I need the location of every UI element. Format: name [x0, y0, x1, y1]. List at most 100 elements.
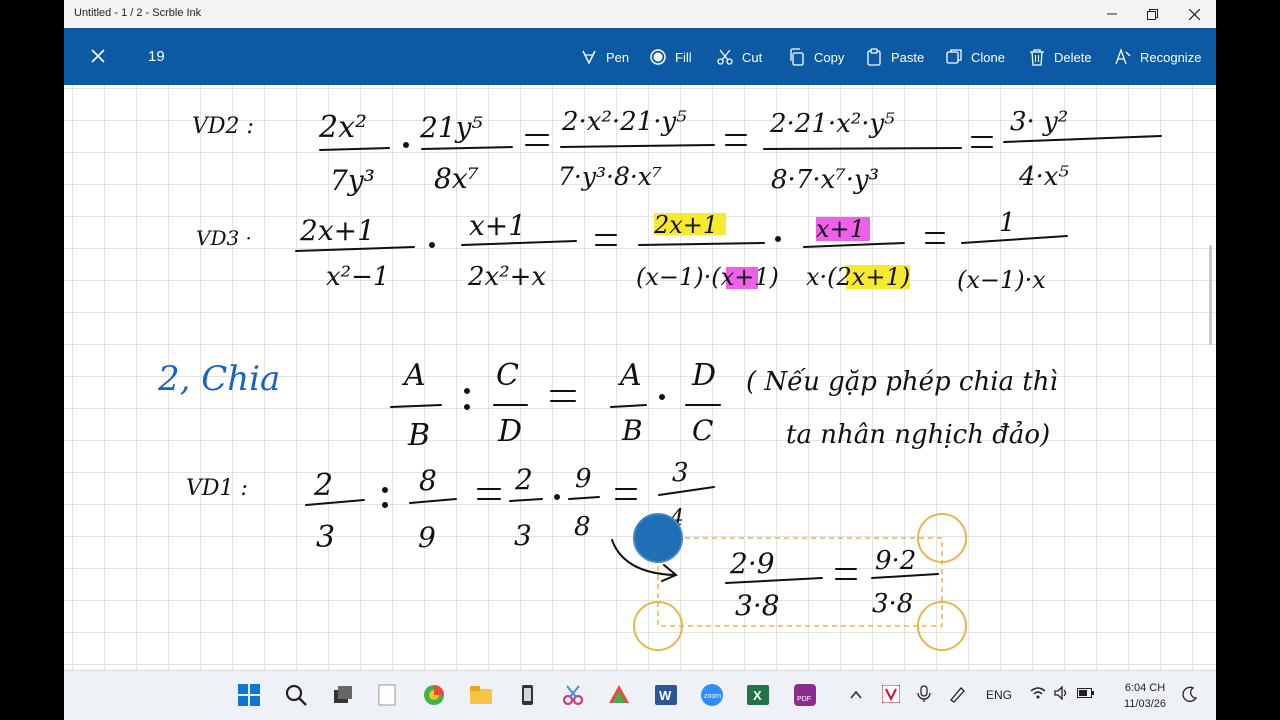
pen-button[interactable]: Pen	[580, 46, 629, 68]
recognize-icon	[1115, 48, 1131, 65]
svg-text:9·2: 9·2	[875, 546, 916, 576]
svg-text:7·y³·8·x⁷: 7·y³·8·x⁷	[558, 162, 662, 191]
delete-button[interactable]: Delete	[1028, 46, 1092, 68]
svg-text:2x+1: 2x+1	[299, 214, 375, 247]
windows-start-icon[interactable]	[236, 682, 262, 708]
rule-note-line2: ta nhân nghịch đảo)	[786, 420, 1050, 450]
svg-text:21y⁵: 21y⁵	[419, 111, 483, 144]
handwriting-layer: VD2 : 2x² 7y³ 21y⁵ 8x⁷ 2·x²·21·y⁵ 7·y³·8…	[157, 107, 1162, 651]
paste-icon	[867, 48, 881, 66]
svg-text:A: A	[401, 358, 426, 393]
close-window-button[interactable]	[1174, 0, 1214, 28]
svg-text:3: 3	[514, 519, 532, 552]
microphone-icon[interactable]	[917, 685, 931, 703]
scissors-icon	[717, 49, 733, 65]
browser-icon[interactable]	[421, 682, 447, 708]
zoom-icon[interactable]: zoom	[699, 682, 725, 708]
ink-canvas[interactable]: VD2 : 2x² 7y³ 21y⁵ 8x⁷ 2·x²·21·y⁵ 7·y³·8…	[64, 85, 1216, 670]
focus-moon-icon[interactable]	[1182, 686, 1198, 702]
page-number: 19	[148, 48, 165, 65]
clone-label: Clone	[971, 49, 1005, 65]
move-handle[interactable]	[633, 513, 683, 563]
wifi-icon[interactable]	[1030, 686, 1046, 700]
svg-text:B: B	[621, 414, 643, 447]
svg-text:8·7·x⁷·y³: 8·7·x⁷·y³	[771, 165, 879, 195]
vd3-label: VD3 ·	[196, 226, 252, 250]
svg-text:D: D	[691, 358, 716, 393]
svg-text:2x²+x: 2x²+x	[467, 262, 546, 292]
word-icon[interactable]: W	[653, 682, 679, 708]
phone-link-icon[interactable]	[514, 682, 540, 708]
svg-text:(x−1)·x: (x−1)·x	[957, 266, 1046, 294]
svg-text:3: 3	[672, 458, 689, 488]
clock-date: 11/03/26	[1123, 698, 1166, 710]
svg-text:4·x⁵: 4·x⁵	[1018, 162, 1069, 192]
pen-label: Pen	[606, 49, 630, 65]
chevron-up-icon[interactable]	[850, 689, 862, 701]
antivirus-icon[interactable]	[882, 685, 900, 703]
svg-text:2: 2	[313, 468, 333, 503]
svg-text:x²−1: x²−1	[326, 262, 389, 292]
vd2-label: VD2 :	[192, 114, 254, 139]
svg-text:C: C	[496, 358, 519, 393]
app-window: Untitled - 1 / 2 - Scrble Ink 19 Pen Fil…	[64, 0, 1216, 720]
svg-text:C: C	[692, 414, 713, 447]
copy-icon	[790, 48, 804, 66]
minimize-button[interactable]	[1092, 0, 1132, 28]
cut-button[interactable]: Cut	[716, 46, 762, 68]
close-icon[interactable]	[86, 44, 110, 68]
paste-button[interactable]: Paste	[865, 46, 924, 68]
svg-text:9: 9	[575, 464, 592, 494]
svg-text:1: 1	[999, 208, 1016, 238]
excel-icon[interactable]: X	[745, 682, 771, 708]
snipping-tool-icon[interactable]	[560, 682, 586, 708]
clone-icon	[946, 49, 962, 64]
file-explorer-icon[interactable]	[468, 682, 494, 708]
clock-time: 6:04 CH	[1124, 682, 1166, 694]
svg-text:(x−1)·(x+1): (x−1)·(x+1)	[636, 263, 779, 291]
svg-text:3·8: 3·8	[872, 589, 913, 619]
search-icon[interactable]	[283, 682, 309, 708]
svg-text:3· y²: 3· y²	[1010, 107, 1068, 137]
svg-text:8: 8	[419, 464, 437, 497]
language-indicator[interactable]: ENG	[986, 688, 1012, 702]
svg-text:x+1: x+1	[469, 209, 526, 242]
svg-text:8x⁷: 8x⁷	[434, 162, 479, 195]
system-clock[interactable]: 6:04 CH 11/03/26	[1124, 680, 1166, 712]
fill-label: Fill	[675, 49, 692, 65]
svg-text:2·x²·21·y⁵: 2·x²·21·y⁵	[561, 107, 687, 137]
svg-text:zoom: zoom	[704, 693, 721, 700]
cut-label: Cut	[742, 49, 763, 65]
task-view-icon[interactable]	[329, 682, 355, 708]
file-icon[interactable]	[374, 682, 400, 708]
taskbar: W zoom X PDF ENG 6:04 CH 11/03/26	[64, 670, 1216, 720]
clone-button[interactable]: Clone	[945, 46, 1005, 68]
paint-icon[interactable]	[606, 682, 632, 708]
fill-button[interactable]: Fill	[649, 46, 692, 68]
svg-text:A: A	[617, 358, 642, 393]
svg-text:3: 3	[316, 520, 335, 555]
recognize-button[interactable]: Recognize	[1114, 46, 1201, 68]
svg-text:2x²: 2x²	[318, 110, 367, 145]
volume-icon[interactable]	[1054, 686, 1070, 700]
app-toolbar: 19 Pen Fill Cut Copy Paste Clone Delete	[64, 28, 1216, 85]
title-bar: Untitled - 1 / 2 - Scrble Ink	[64, 0, 1216, 28]
svg-text:9: 9	[418, 521, 436, 554]
svg-text:x+1: x+1	[816, 215, 865, 243]
pdf-icon[interactable]: PDF	[792, 682, 818, 708]
svg-text:PDF: PDF	[797, 696, 811, 703]
minimize-icon	[1107, 13, 1117, 15]
delete-label: Delete	[1054, 49, 1092, 65]
window-title: Untitled - 1 / 2 - Scrble Ink	[74, 7, 202, 19]
vertical-scrollbar[interactable]	[1209, 245, 1212, 345]
pen-menu-icon[interactable]	[948, 685, 966, 703]
trash-icon	[1030, 49, 1044, 66]
svg-text:2·21·x²·y⁵: 2·21·x²·y⁵	[769, 109, 895, 139]
restore-button[interactable]	[1132, 0, 1172, 28]
selection-box[interactable]: 2·9 3·8 9·2 3·8	[633, 513, 967, 651]
paste-label: Paste	[891, 49, 925, 65]
copy-button[interactable]: Copy	[788, 46, 844, 68]
svg-text:D: D	[497, 414, 522, 449]
battery-icon[interactable]	[1077, 686, 1095, 700]
restore-icon	[1146, 8, 1158, 20]
